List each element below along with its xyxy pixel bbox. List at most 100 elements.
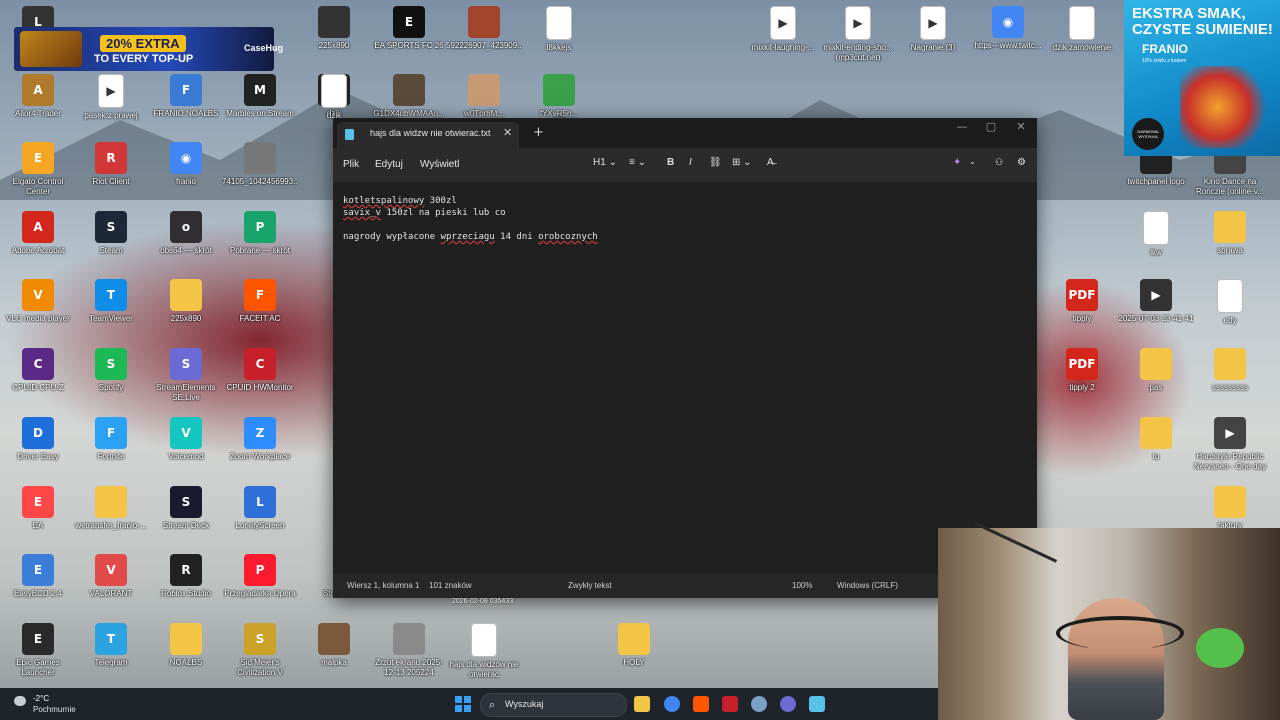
desktop-icon[interactable]: 74105_1042456993... [222, 142, 298, 187]
title-bar[interactable]: hajs dla widzw nie otwierac.txt ✕ + — ▢ … [333, 118, 1037, 148]
heading-dropdown[interactable]: H1 ⌄ [593, 157, 617, 168]
desktop-icon[interactable]: E Elgato Control Center [0, 142, 76, 197]
desktop-icon[interactable]: 225x890 [296, 6, 372, 51]
casehug-promo-banner[interactable]: 20% EXTRA TO EVERY TOP-UP CaseHug [14, 27, 283, 71]
desktop-icon[interactable]: ▶ mixkit-ending-sho... (mp3cut.net) [820, 6, 896, 63]
desktop-icon[interactable]: w0Tpr8M... [446, 74, 522, 119]
account-icon[interactable]: ⚇ [995, 157, 1003, 168]
desktop-icon[interactable]: 592226907_423909... [446, 6, 522, 51]
desktop-icon[interactable]: l8kkejs [521, 6, 597, 53]
list-dropdown[interactable]: ≡ ⌄ [629, 157, 646, 168]
desktop-icon[interactable]: A Adobe Acrobat [0, 211, 76, 256]
desktop-icon[interactable]: E EA [0, 486, 76, 531]
desktop-icon[interactable]: pas [1118, 348, 1194, 393]
desktop-icon[interactable]: wetransfer_franio-... [73, 486, 149, 531]
settings-gear-icon[interactable]: ⚙ [1017, 157, 1026, 168]
desktop-icon[interactable]: ▶ Hardstyle Republic Nervanen - One day [1192, 417, 1268, 472]
desktop-icon[interactable]: etfy [1192, 279, 1268, 326]
desktop-icon[interactable]: hajs dla widzów nie otwierac [446, 623, 522, 680]
zoom-level[interactable]: 100% [792, 581, 812, 590]
windows-start-icon[interactable] [455, 696, 471, 712]
desktop-icon[interactable]: F FACEIT AC [222, 279, 298, 324]
clear-formatting-icon[interactable]: A̶ [767, 157, 774, 168]
desktop-icon[interactable]: Zrzut ekranu 2025-12-13 205224 [371, 623, 447, 678]
italic-button[interactable]: I [689, 157, 692, 168]
desktop-icon[interactable]: L LonelyScreen [222, 486, 298, 531]
desktop-icon[interactable]: C CPUID HWMonitor [222, 348, 298, 393]
line-ending[interactable]: Windows (CRLF) [837, 581, 898, 590]
desktop-icon[interactable]: PDF tipply [1044, 279, 1120, 324]
desktop-icon[interactable]: V VALORANT [73, 554, 149, 599]
desktop-icon[interactable]: lkw [1118, 211, 1194, 258]
link-icon[interactable]: ⛓ [709, 157, 722, 168]
table-dropdown[interactable]: ⊞ ⌄ [732, 157, 752, 168]
menu-view[interactable]: Wyświetl [420, 159, 459, 170]
file-explorer-icon[interactable] [634, 696, 650, 712]
desktop-icon[interactable]: Z Zoom Workplace [222, 417, 298, 462]
desktop-icon[interactable]: ◉ franio [148, 142, 224, 187]
desktop-icon[interactable]: C CPUID CPU-Z [0, 348, 76, 393]
desktop-icon[interactable]: S Sid Meier's Civilization V [222, 623, 298, 678]
chrome-icon[interactable] [664, 696, 680, 712]
desktop-icon[interactable]: sssssssss [1192, 348, 1268, 393]
text-editor[interactable]: kotletspalinowy 300zl savix_v 150zl na pi… [333, 182, 1037, 574]
desktop-icon[interactable]: E EasyBCD 2.4 [0, 554, 76, 599]
desktop-icon[interactable]: S StreamElements SE.Live [148, 348, 224, 403]
menu-file[interactable]: Plik [343, 159, 359, 170]
desktop-icon[interactable]: ◉ https---www.twitc... [970, 6, 1046, 51]
tab-active-file[interactable]: hajs dla widzw nie otwierac.txt ✕ [337, 122, 519, 148]
desktop-icon[interactable]: NOALBS [148, 623, 224, 668]
desktop-icon[interactable]: o obs64 — skrót [148, 211, 224, 256]
desktop-icon[interactable]: dzik zamówienie [1044, 6, 1120, 53]
app-icon[interactable] [722, 696, 738, 712]
maximize-icon[interactable]: ▢ [976, 120, 1006, 133]
desktop-icon[interactable]: S Spotify [73, 348, 149, 393]
desktop-icon[interactable]: faktury [1192, 486, 1268, 531]
desktop-icon[interactable]: tu [1118, 417, 1194, 462]
desktop-icon[interactable]: fYXvR5n... [521, 74, 597, 119]
menu-edit[interactable]: Edytuj [375, 159, 403, 170]
settings-icon[interactable] [751, 696, 767, 712]
desktop-icon[interactable]: ▶ pasek z prawej [73, 74, 149, 121]
desktop-icon[interactable]: P Pobrane — skrót [222, 211, 298, 256]
desktop-icon[interactable]: 225x890 [148, 279, 224, 324]
desktop-icon[interactable]: malpka [296, 623, 372, 668]
discord-icon[interactable] [780, 696, 796, 712]
desktop-icon[interactable]: dzik [296, 74, 372, 121]
new-tab-icon[interactable]: + [533, 125, 544, 140]
desktop-icon[interactable]: R Roblox Studio [148, 554, 224, 599]
desktop-icon[interactable]: S Stream Deck [148, 486, 224, 531]
notepad-icon[interactable] [809, 696, 825, 712]
desktop-icon[interactable]: E Epic Games Launcher [0, 623, 76, 678]
desktop-icon[interactable]: HOLY [596, 623, 672, 668]
desktop-icon[interactable]: S Steam [73, 211, 149, 256]
desktop-icon[interactable]: ▶ mixkit-laughing-... [745, 6, 821, 53]
desktop-icon[interactable]: V Voicemod [148, 417, 224, 462]
minimize-icon[interactable]: — [947, 120, 977, 133]
close-window-icon[interactable]: ✕ [1006, 120, 1036, 133]
copilot-icon[interactable]: ✦ [953, 157, 961, 168]
taskbar-search[interactable]: ⌕ Wyszukaj [480, 693, 627, 717]
desktop-icon[interactable]: R Riot Client [73, 142, 149, 187]
desktop-icon[interactable]: M Marbles on Stream [222, 74, 298, 119]
franio-promo-banner[interactable]: EKSTRA SMAK, CZYSTE SUMIENIE! FRANIO 10%… [1124, 0, 1280, 156]
close-tab-icon[interactable]: ✕ [503, 126, 512, 139]
desktop-icon[interactable]: T Telegram [73, 623, 149, 668]
bold-button[interactable]: B [667, 157, 674, 168]
desktop-icon[interactable]: ▶ Nagranie (3) [895, 6, 971, 53]
desktop-icon[interactable]: G1DX4ubWMAAo... [371, 74, 447, 119]
desktop-icon[interactable]: P Przeglądarka Opera [222, 554, 298, 599]
desktop-icon[interactable]: D Driver Easy [0, 417, 76, 462]
desktop-icon[interactable]: E EA SPORTS FC 26 [371, 6, 447, 51]
desktop-icon[interactable]: A Alior4 Trader [0, 74, 76, 119]
chevron-down-icon[interactable]: ⌄ [969, 157, 976, 166]
desktop-icon[interactable]: F Fortnite [73, 417, 149, 462]
desktop-icon[interactable]: F FRANIO NOALBS [148, 74, 224, 119]
text-format[interactable]: Zwykły tekst [568, 581, 612, 590]
faceit-icon[interactable] [693, 696, 709, 712]
desktop-icon[interactable]: PDF tipply 2 [1044, 348, 1120, 393]
desktop-icon[interactable]: ▶ 2025-07-03 23-41-41 [1118, 279, 1194, 324]
desktop-icon[interactable]: sprawa [1192, 211, 1268, 256]
desktop-icon[interactable]: T TeamViewer [73, 279, 149, 324]
desktop-icon[interactable]: V VLC media player [0, 279, 76, 324]
